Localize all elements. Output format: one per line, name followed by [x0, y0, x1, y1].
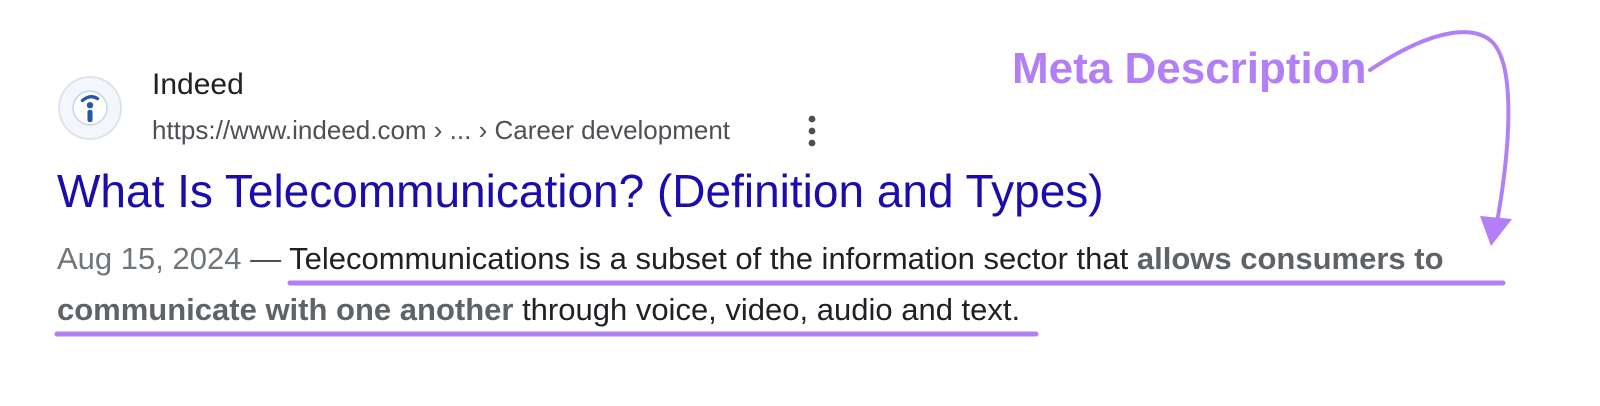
- curved-arrow-icon: [1368, 30, 1512, 246]
- url-breadcrumb[interactable]: https://www.indeed.com › ... › Career de…: [152, 115, 730, 146]
- snippet-part-2: through voice, video, audio and text.: [513, 292, 1021, 327]
- result-date: Aug 15, 2024: [57, 241, 242, 276]
- date-separator: —: [241, 241, 290, 276]
- result-snippet: Aug 15, 2024 — Telecommunications is a s…: [57, 233, 1567, 335]
- indeed-info-icon: [72, 90, 108, 126]
- meta-description-label: Meta Description: [1012, 44, 1367, 93]
- more-vert-icon: [808, 115, 816, 147]
- more-options-button[interactable]: [796, 111, 828, 151]
- favicon: [58, 76, 122, 140]
- site-name[interactable]: Indeed: [152, 68, 244, 102]
- snippet-part-1: Telecommunications is a subset of the in…: [289, 241, 1137, 276]
- result-title-link[interactable]: What Is Telecommunication? (Definition a…: [57, 164, 1104, 218]
